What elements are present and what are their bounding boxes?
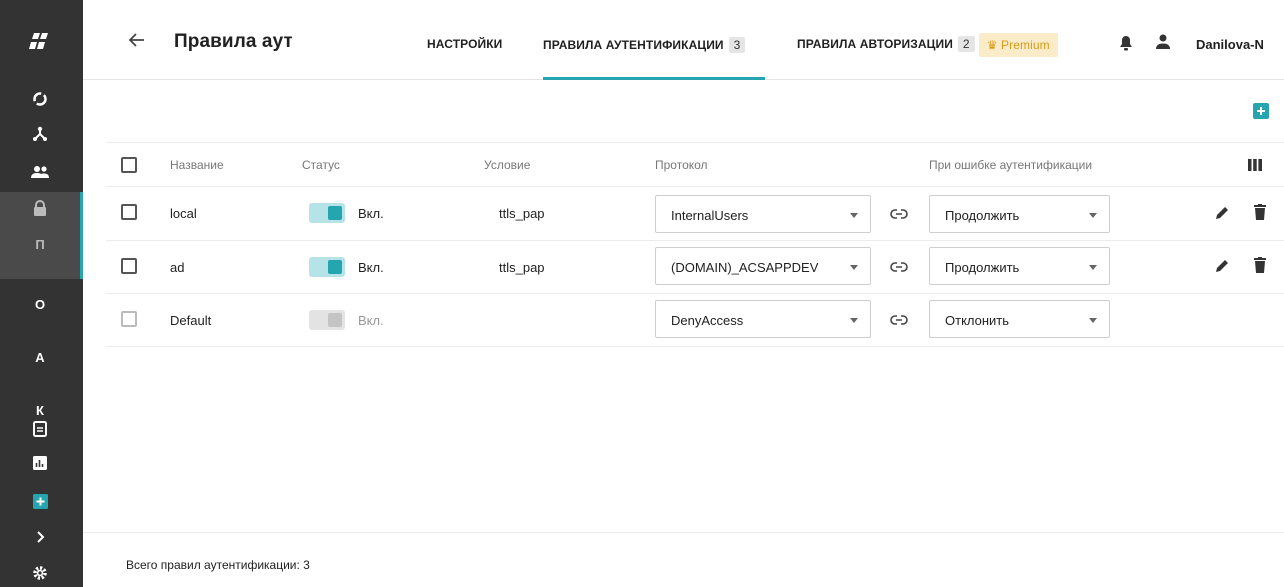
premium-label: Premium [1001, 38, 1050, 52]
sidebar-item-o[interactable]: О [0, 292, 80, 316]
chevron-down-icon [850, 213, 858, 218]
protocol-value: (DOMAIN)_ACSAPPDEV [671, 260, 819, 275]
tab-authorization-label: ПРАВИЛА АВТОРИЗАЦИИ [797, 37, 953, 52]
page-header: Правила аутентифик НАСТРОЙКИ ПРАВИЛА АУТ… [83, 0, 1284, 80]
back-arrow-icon[interactable] [127, 30, 147, 50]
column-protocol[interactable]: Протокол [655, 158, 708, 172]
protocol-value: InternalUsers [671, 208, 749, 223]
lock-icon[interactable] [0, 196, 80, 220]
row-checkbox[interactable] [121, 204, 137, 220]
bell-icon[interactable] [1119, 35, 1133, 56]
logo-icon[interactable] [0, 26, 80, 56]
rule-name: ad [170, 260, 185, 275]
chevron-down-icon [1089, 318, 1097, 323]
chevron-down-icon [850, 318, 858, 323]
total-rules-count: Всего правил аутентификации: 3 [126, 558, 310, 572]
on-error-select[interactable]: Отклонить [929, 300, 1110, 338]
tab-settings[interactable]: НАСТРОЙКИ [427, 37, 502, 51]
table-row: Default Вкл. DenyAccess Отклонить [106, 294, 1284, 347]
report-icon[interactable] [0, 452, 80, 474]
protocol-select[interactable]: (DOMAIN)_ACSAPPDEV [655, 247, 871, 285]
rule-name: Default [170, 313, 212, 328]
tab-authorization-rules[interactable]: ПРАВИЛА АВТОРИЗАЦИИ 2 ♛ Premium [797, 33, 1058, 57]
add-icon[interactable] [0, 490, 80, 512]
status-toggle [309, 310, 345, 330]
row-checkbox[interactable] [121, 258, 137, 274]
table-row: local Вкл. ttls_pap InternalUsers Продол… [106, 187, 1284, 241]
columns-icon[interactable] [1248, 158, 1262, 176]
on-error-value: Отклонить [945, 313, 1010, 328]
on-error-select[interactable]: Продолжить [929, 195, 1110, 233]
select-all-checkbox[interactable] [121, 157, 137, 173]
sidebar-letter-o: О [34, 296, 46, 312]
sidebar: П О А К [0, 0, 83, 587]
column-on-auth-error[interactable]: При ошибке аутентификации [929, 158, 1092, 172]
protocol-select[interactable]: InternalUsers [655, 195, 871, 233]
plus-icon [1257, 107, 1265, 115]
circle-icon[interactable] [0, 87, 80, 111]
link-icon[interactable] [890, 260, 908, 278]
column-name[interactable]: Название [170, 158, 224, 172]
user-icon[interactable] [1156, 34, 1170, 55]
footer-divider [83, 532, 1284, 533]
chevron-down-icon [850, 265, 858, 270]
sidebar-item-a[interactable]: А [0, 345, 80, 369]
on-error-select[interactable]: Продолжить [929, 247, 1110, 285]
sidebar-letter-k: К [36, 402, 44, 418]
tab-authentication-count: 3 [728, 37, 746, 53]
chevron-down-icon [1089, 265, 1097, 270]
protocol-value: DenyAccess [671, 313, 744, 328]
sidebar-item-p[interactable]: П [0, 232, 80, 256]
link-icon[interactable] [890, 207, 908, 225]
active-tab-indicator [543, 77, 765, 80]
edit-icon[interactable] [1214, 258, 1230, 279]
sidebar-letter-p: П [35, 236, 45, 252]
chevron-right-icon[interactable] [0, 527, 80, 547]
tab-authentication-label: ПРАВИЛА АУТЕНТИФИКАЦИИ [543, 38, 724, 52]
premium-badge: ♛ Premium [978, 33, 1058, 57]
table-header: Название Статус Условие Протокол При оши… [106, 142, 1284, 187]
on-error-value: Продолжить [945, 208, 1020, 223]
sidebar-letter-a: А [35, 349, 45, 365]
status-label: Вкл. [358, 206, 384, 221]
column-status[interactable]: Статус [302, 158, 340, 172]
status-toggle[interactable] [309, 257, 345, 277]
page-title: Правила аутентифик [174, 31, 292, 52]
status-label: Вкл. [358, 260, 384, 275]
on-error-value: Продолжить [945, 260, 1020, 275]
rule-condition: ttls_pap [499, 260, 545, 275]
link-icon[interactable] [890, 313, 908, 331]
tab-settings-label: НАСТРОЙКИ [427, 37, 503, 51]
tab-authentication-rules[interactable]: ПРАВИЛА АУТЕНТИФИКАЦИИ 3 [543, 37, 746, 53]
document-icon[interactable] [0, 418, 80, 440]
rule-name: local [170, 206, 197, 221]
username[interactable]: Danilova-N [1196, 37, 1264, 52]
delete-icon[interactable] [1254, 257, 1266, 278]
hierarchy-icon[interactable] [0, 122, 80, 146]
protocol-select[interactable]: DenyAccess [655, 300, 871, 338]
users-icon[interactable] [0, 160, 80, 184]
edit-icon[interactable] [1214, 205, 1230, 226]
row-checkbox [121, 311, 137, 327]
status-toggle[interactable] [309, 203, 345, 223]
status-label: Вкл. [358, 313, 384, 328]
crown-icon: ♛ [986, 38, 998, 52]
gear-icon[interactable] [0, 561, 80, 585]
sidebar-item-k[interactable]: К [0, 400, 80, 420]
add-rule-button[interactable] [1253, 103, 1269, 119]
chevron-down-icon [1089, 213, 1097, 218]
rule-condition: ttls_pap [499, 206, 545, 221]
delete-icon[interactable] [1254, 204, 1266, 225]
table-row: ad Вкл. ttls_pap (DOMAIN)_ACSAPPDEV Прод… [106, 241, 1284, 294]
tab-authorization-count: 2 [957, 36, 975, 53]
column-condition[interactable]: Условие [484, 158, 530, 172]
